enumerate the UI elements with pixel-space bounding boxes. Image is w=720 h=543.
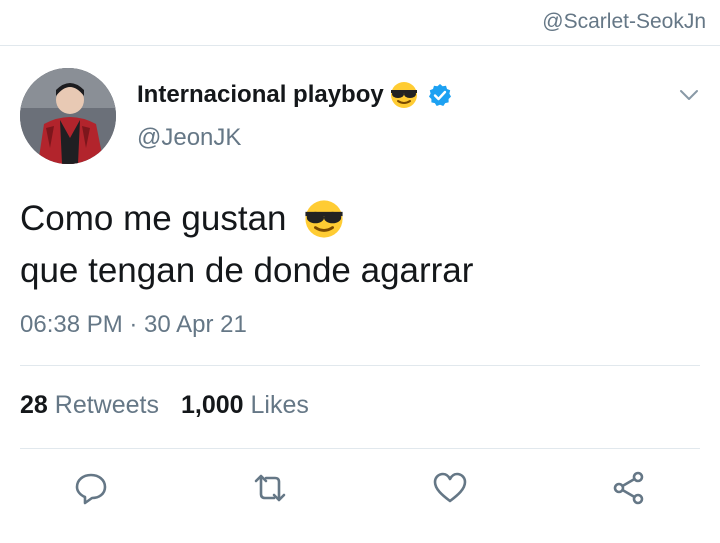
share-icon [613,471,644,505]
action-bar [0,470,720,510]
top-divider [0,45,720,46]
avatar[interactable] [20,68,116,164]
user-handle[interactable]: @JeonJK [137,124,241,152]
likes-count: 1,000 [180,391,244,419]
display-name[interactable]: Internacional playboy [137,81,384,109]
tweet-timestamp[interactable]: 06:38 PM · 30 Apr 21 [20,311,247,339]
retweets-label: Retweets [54,391,159,419]
avatar-image [20,68,116,164]
reply-icon [75,473,107,505]
reply-button[interactable] [73,470,109,506]
user-name-row: Internacional playboy [137,81,452,109]
divider-bottom [20,448,700,449]
watermark-handle: @Scarlet-SeokJn [542,10,706,33]
divider-top [20,365,700,366]
tweet-line-2: que tengan de donde agarrar [20,251,474,290]
tweet-line-1: Como me gustan [20,199,287,238]
like-button[interactable] [432,470,468,506]
heart-icon [433,472,467,503]
retweet-icon [254,474,286,502]
chevron-down-icon[interactable] [677,83,701,107]
likes-label: Likes [250,391,309,419]
sunglasses-emoji-icon [304,200,343,238]
retweet-button[interactable] [252,470,288,506]
sunglasses-emoji-icon [390,82,417,108]
likes-stat[interactable]: 1,000 Likes [181,391,309,420]
tweet-stats: 28 Retweets 1,000 Likes [20,391,309,420]
retweets-count: 28 [20,391,48,419]
tweet-text: Como me gustan que tengan de donde agarr… [20,193,473,297]
retweets-stat[interactable]: 28 Retweets [20,391,159,420]
share-button[interactable] [611,470,647,506]
verified-badge-icon [428,84,451,106]
